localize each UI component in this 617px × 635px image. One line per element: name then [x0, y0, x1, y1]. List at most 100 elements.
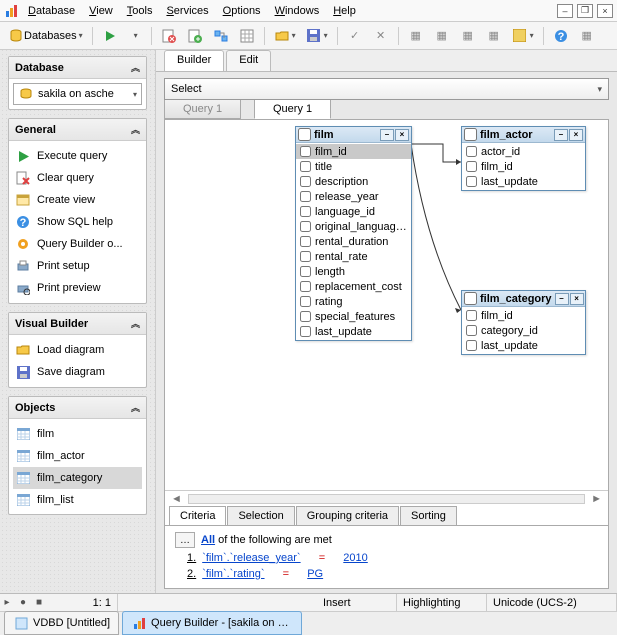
table-column[interactable]: film_id: [462, 159, 585, 174]
table-column[interactable]: rental_duration: [296, 234, 411, 249]
table-header[interactable]: film_actor – ×: [462, 127, 585, 143]
help-button[interactable]: ?: [549, 25, 573, 47]
general-item-3[interactable]: ?Show SQL help: [13, 211, 142, 233]
tool-btn-e[interactable]: [508, 25, 538, 47]
tool-btn-b[interactable]: ▦: [430, 25, 454, 47]
table-select-all-checkbox[interactable]: [464, 128, 477, 141]
criteria-tab-selection[interactable]: Selection: [227, 506, 294, 525]
open-dropdown[interactable]: [270, 25, 300, 47]
table-header[interactable]: film_category – ×: [462, 291, 585, 307]
table-minimize-button[interactable]: –: [554, 129, 568, 141]
column-checkbox[interactable]: [466, 161, 477, 172]
criteria-tab-sorting[interactable]: Sorting: [400, 506, 457, 525]
table-column[interactable]: description: [296, 174, 411, 189]
select-type-dropdown[interactable]: Select: [164, 78, 609, 100]
ok-button[interactable]: ✓: [343, 25, 367, 47]
panel-visual-header[interactable]: Visual Builder ︽: [9, 313, 146, 335]
column-checkbox[interactable]: [300, 221, 311, 232]
scrollbar-track[interactable]: [188, 494, 585, 504]
query-tab-right[interactable]: Query 1: [254, 100, 331, 119]
menu-view[interactable]: View: [83, 3, 119, 19]
table-close-button[interactable]: ×: [569, 129, 583, 141]
column-checkbox[interactable]: [300, 176, 311, 187]
table-column[interactable]: special_features: [296, 309, 411, 324]
tool-btn-3[interactable]: [209, 25, 233, 47]
general-item-2[interactable]: Create view: [13, 189, 142, 211]
doctab-query-builder[interactable]: Query Builder - [sakila on as...: [122, 611, 302, 635]
run-dropdown[interactable]: [124, 25, 146, 47]
databases-dropdown[interactable]: Databases: [4, 25, 87, 47]
column-checkbox[interactable]: [300, 191, 311, 202]
object-item-film_list[interactable]: film_list: [13, 489, 142, 511]
criteria-operator[interactable]: =: [319, 552, 325, 564]
mode-tab-edit[interactable]: Edit: [226, 50, 271, 71]
general-item-1[interactable]: Clear query: [13, 167, 142, 189]
tool-btn-a[interactable]: ▦: [404, 25, 428, 47]
column-checkbox[interactable]: [300, 266, 311, 277]
column-checkbox[interactable]: [300, 146, 311, 157]
table-column[interactable]: length: [296, 264, 411, 279]
query-tab-left[interactable]: Query 1: [164, 100, 241, 119]
table-column[interactable]: film_id: [296, 144, 411, 159]
diagram-canvas[interactable]: film – × film_idtitledescriptionrelease_…: [165, 120, 608, 490]
table-minimize-button[interactable]: –: [380, 129, 394, 141]
table-window-film-actor[interactable]: film_actor – × actor_idfilm_idlast_updat…: [461, 126, 586, 191]
criteria-edit-button[interactable]: …: [175, 532, 195, 548]
visual-item-1[interactable]: Save diagram: [13, 361, 142, 383]
tool-btn-c[interactable]: ▦: [456, 25, 480, 47]
table-column[interactable]: actor_id: [462, 144, 585, 159]
window-minimize-button[interactable]: –: [557, 4, 573, 18]
criteria-value-link[interactable]: PG: [307, 568, 323, 580]
table-column[interactable]: film_id: [462, 308, 585, 323]
column-checkbox[interactable]: [466, 310, 477, 321]
criteria-tab-criteria[interactable]: Criteria: [169, 506, 226, 525]
criteria-all-link[interactable]: All: [201, 534, 215, 546]
panel-objects-header[interactable]: Objects ︽: [9, 397, 146, 419]
column-checkbox[interactable]: [300, 281, 311, 292]
object-item-film_category[interactable]: film_category: [13, 467, 142, 489]
panel-general-header[interactable]: General ︽: [9, 119, 146, 141]
column-checkbox[interactable]: [300, 161, 311, 172]
tool-btn-1[interactable]: [157, 25, 181, 47]
status-prev-button[interactable]: ▸: [0, 596, 14, 610]
save-dropdown[interactable]: [302, 25, 332, 47]
mode-tab-builder[interactable]: Builder: [164, 50, 224, 71]
menu-windows[interactable]: Windows: [269, 3, 326, 19]
table-column[interactable]: title: [296, 159, 411, 174]
menu-tools[interactable]: Tools: [121, 3, 159, 19]
status-rec-button[interactable]: ●: [16, 596, 30, 610]
column-checkbox[interactable]: [300, 251, 311, 262]
object-item-film_actor[interactable]: film_actor: [13, 445, 142, 467]
table-column[interactable]: replacement_cost: [296, 279, 411, 294]
table-column[interactable]: release_year: [296, 189, 411, 204]
tool-btn-f[interactable]: ▦: [575, 25, 599, 47]
general-item-0[interactable]: Execute query: [13, 145, 142, 167]
table-header[interactable]: film – ×: [296, 127, 411, 143]
canvas-hscroll[interactable]: ◄ ►: [165, 490, 608, 506]
column-checkbox[interactable]: [466, 146, 477, 157]
table-column[interactable]: last_update: [462, 338, 585, 353]
column-checkbox[interactable]: [300, 326, 311, 337]
object-item-film_text[interactable]: film_text: [13, 511, 142, 514]
table-column[interactable]: language_id: [296, 204, 411, 219]
general-item-6[interactable]: Print preview: [13, 277, 142, 299]
column-checkbox[interactable]: [466, 176, 477, 187]
table-select-all-checkbox[interactable]: [298, 128, 311, 141]
menu-database[interactable]: Database: [22, 3, 81, 19]
doctab-vdbd[interactable]: VDBD [Untitled]: [4, 611, 119, 635]
panel-database-header[interactable]: Database ︽: [9, 57, 146, 79]
general-item-4[interactable]: Query Builder o...: [13, 233, 142, 255]
table-minimize-button[interactable]: –: [555, 293, 569, 305]
column-checkbox[interactable]: [300, 296, 311, 307]
tool-btn-2[interactable]: [183, 25, 207, 47]
menu-services[interactable]: Services: [160, 3, 214, 19]
table-column[interactable]: rating: [296, 294, 411, 309]
scroll-right-icon[interactable]: ►: [591, 493, 602, 505]
object-item-film[interactable]: film: [13, 423, 142, 445]
database-selector[interactable]: sakila on asche: [13, 83, 142, 105]
table-column[interactable]: original_language_id: [296, 219, 411, 234]
criteria-value-link[interactable]: 2010: [343, 552, 367, 564]
table-close-button[interactable]: ×: [570, 293, 584, 305]
tool-btn-4[interactable]: [235, 25, 259, 47]
menu-help[interactable]: Help: [327, 3, 362, 19]
